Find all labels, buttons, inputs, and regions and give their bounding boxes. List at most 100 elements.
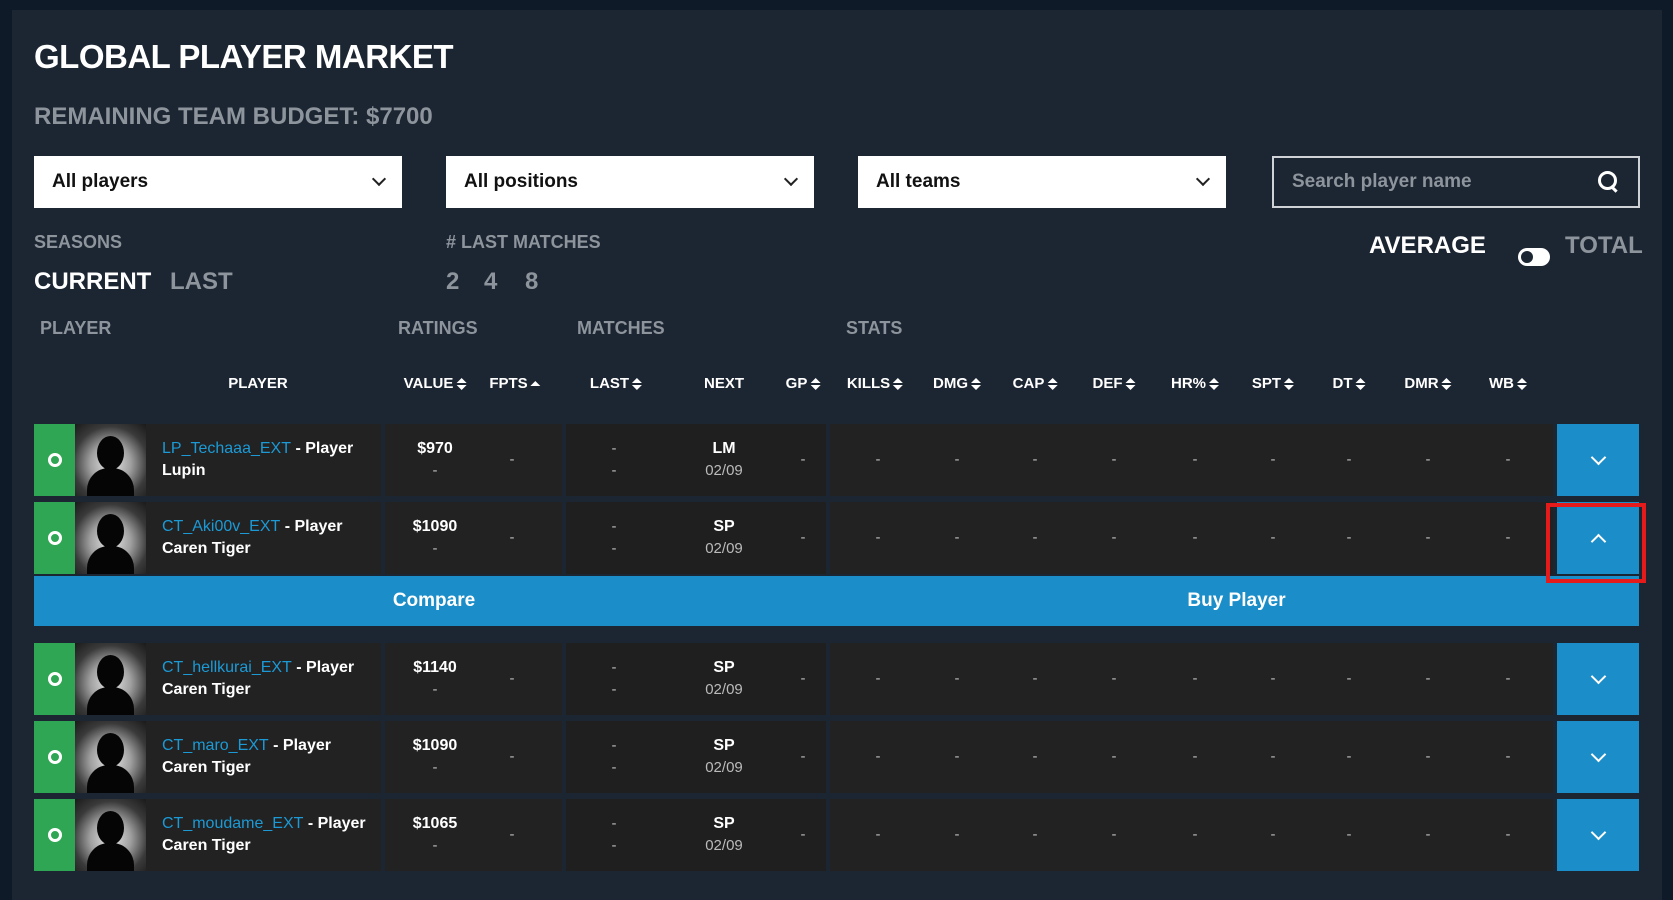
stat-value: - — [1032, 529, 1038, 546]
circle-icon — [47, 453, 62, 467]
value-cell: $1140 - — [390, 643, 480, 715]
column-header-label: NEXT — [703, 375, 745, 392]
sort-icon — [1441, 377, 1452, 390]
stat-value: - — [875, 670, 881, 687]
stat-value: - — [1425, 826, 1431, 843]
column-header-next: NEXT — [704, 375, 744, 392]
row-expand-button[interactable] — [1557, 799, 1639, 871]
column-header-cap[interactable]: CAP — [1013, 375, 1058, 392]
players-filter-select[interactable]: All players — [34, 156, 402, 208]
column-header-dmg[interactable]: DMG — [933, 375, 981, 392]
average-option[interactable]: AVERAGE — [1369, 232, 1486, 260]
column-header-kills[interactable]: KILLS — [847, 375, 904, 392]
table-row: CT_moudame_EXT - Player Caren Tiger $1065 -… — [34, 799, 1639, 871]
next-date: 02/09 — [705, 837, 743, 854]
stat-cell: - — [1005, 799, 1065, 871]
column-header-value[interactable]: VALUE — [404, 375, 467, 392]
avatar — [75, 643, 146, 715]
stat-value: - — [954, 451, 960, 468]
column-header-hrpct[interactable]: HR% — [1171, 375, 1220, 392]
total-option[interactable]: TOTAL — [1565, 232, 1643, 260]
teams-filter-select[interactable]: All teams — [858, 156, 1226, 208]
column-header-dmr[interactable]: DMR — [1404, 375, 1452, 392]
row-expand-button[interactable] — [1557, 643, 1639, 715]
row-expand-button[interactable] — [1557, 721, 1639, 793]
stat-cell: - — [927, 424, 987, 496]
column-header-label: FPTS — [489, 375, 528, 392]
value-amount: $1065 — [412, 815, 458, 832]
search-icon[interactable] — [1598, 171, 1620, 193]
last-value-2: - — [611, 681, 617, 698]
stat-cell: - — [1478, 502, 1538, 574]
last-matches-option-2[interactable]: 2 — [446, 268, 459, 296]
table-row: CT_maro_EXT - Player Caren Tiger $1090- - - -… — [34, 721, 1639, 793]
buy-player-button[interactable]: Buy Player — [834, 576, 1639, 626]
column-header-def[interactable]: DEF — [1093, 375, 1136, 392]
column-header-last[interactable]: LAST — [590, 375, 643, 392]
stat-cell: - — [927, 721, 987, 793]
positions-filter-select[interactable]: All positions — [446, 156, 814, 208]
column-header-dt[interactable]: DT — [1333, 375, 1366, 392]
value-sub: - — [432, 540, 438, 557]
search-input[interactable] — [1292, 171, 1572, 193]
next-cell: SP 02/09 — [684, 721, 764, 793]
value-sub: - — [432, 837, 438, 854]
value-cell: $1090 - — [390, 721, 480, 793]
player-name-link[interactable]: CT_Aki00v_EXT — [162, 518, 280, 535]
value-amount: $970 — [417, 440, 453, 457]
next-date: 02/09 — [705, 759, 743, 776]
status-indicator — [34, 799, 75, 871]
last-value-2: - — [611, 837, 617, 854]
circle-icon — [47, 672, 62, 686]
stat-cell: - — [1478, 721, 1538, 793]
stat-cell: - — [927, 799, 987, 871]
column-header-wb[interactable]: WB — [1489, 375, 1527, 392]
gp-value: - — [800, 826, 806, 843]
last-matches-option-4[interactable]: 4 — [484, 268, 497, 296]
player-name-link[interactable]: CT_hellkurai_EXT — [162, 659, 292, 676]
last-cell: -- — [584, 721, 644, 793]
sort-icon — [1047, 377, 1058, 390]
player-name-link[interactable]: CT_moudame_EXT — [162, 815, 303, 832]
player-name-link[interactable]: CT_maro_EXT — [162, 737, 269, 754]
column-header-label: WB — [1489, 375, 1514, 392]
stat-value: - — [1346, 748, 1352, 765]
stat-value: - — [1192, 748, 1198, 765]
next-cell: SP 02/09 — [684, 643, 764, 715]
last-value-1: - — [611, 737, 617, 754]
avatar-body — [87, 687, 134, 715]
column-header-spt[interactable]: SPT — [1252, 375, 1295, 392]
last-matches-option-8[interactable]: 8 — [525, 268, 538, 296]
season-current-option[interactable]: CURRENT — [34, 268, 151, 296]
player-info: CT_moudame_EXT - Player Caren Tiger — [146, 799, 381, 871]
stat-cell: - — [1243, 799, 1303, 871]
season-last-option[interactable]: LAST — [170, 268, 233, 296]
stat-value: - — [1346, 670, 1352, 687]
fpts-cell: - — [482, 643, 542, 715]
column-header-fpts[interactable]: FPTS — [489, 375, 541, 392]
next-date: 02/09 — [705, 681, 743, 698]
last-cell: -- — [584, 502, 644, 574]
column-header-gp[interactable]: GP — [786, 375, 821, 392]
stat-value: - — [1111, 670, 1117, 687]
stat-cell: - — [848, 643, 908, 715]
sort-icon — [971, 377, 981, 390]
compare-button[interactable]: Compare — [34, 576, 834, 626]
stat-cell: - — [1398, 721, 1458, 793]
circle-icon — [47, 828, 62, 842]
stat-value: - — [1032, 748, 1038, 765]
stat-value: - — [1192, 826, 1198, 843]
stat-cell: - — [1005, 643, 1065, 715]
stat-cell: - — [1165, 643, 1225, 715]
player-name-link[interactable]: LP_Techaaa_EXT — [162, 440, 291, 457]
average-total-toggle[interactable] — [1518, 248, 1550, 266]
stat-value: - — [1270, 529, 1276, 546]
value-amount: $1090 — [412, 737, 458, 754]
chevron-down-icon — [1590, 824, 1606, 840]
player-role: - Player — [307, 815, 366, 832]
circle-icon — [47, 531, 62, 545]
gp-value: - — [800, 529, 806, 546]
row-expand-button[interactable] — [1557, 424, 1639, 496]
row-action-bar: Compare Buy Player — [34, 576, 1639, 626]
stat-value: - — [1270, 670, 1276, 687]
